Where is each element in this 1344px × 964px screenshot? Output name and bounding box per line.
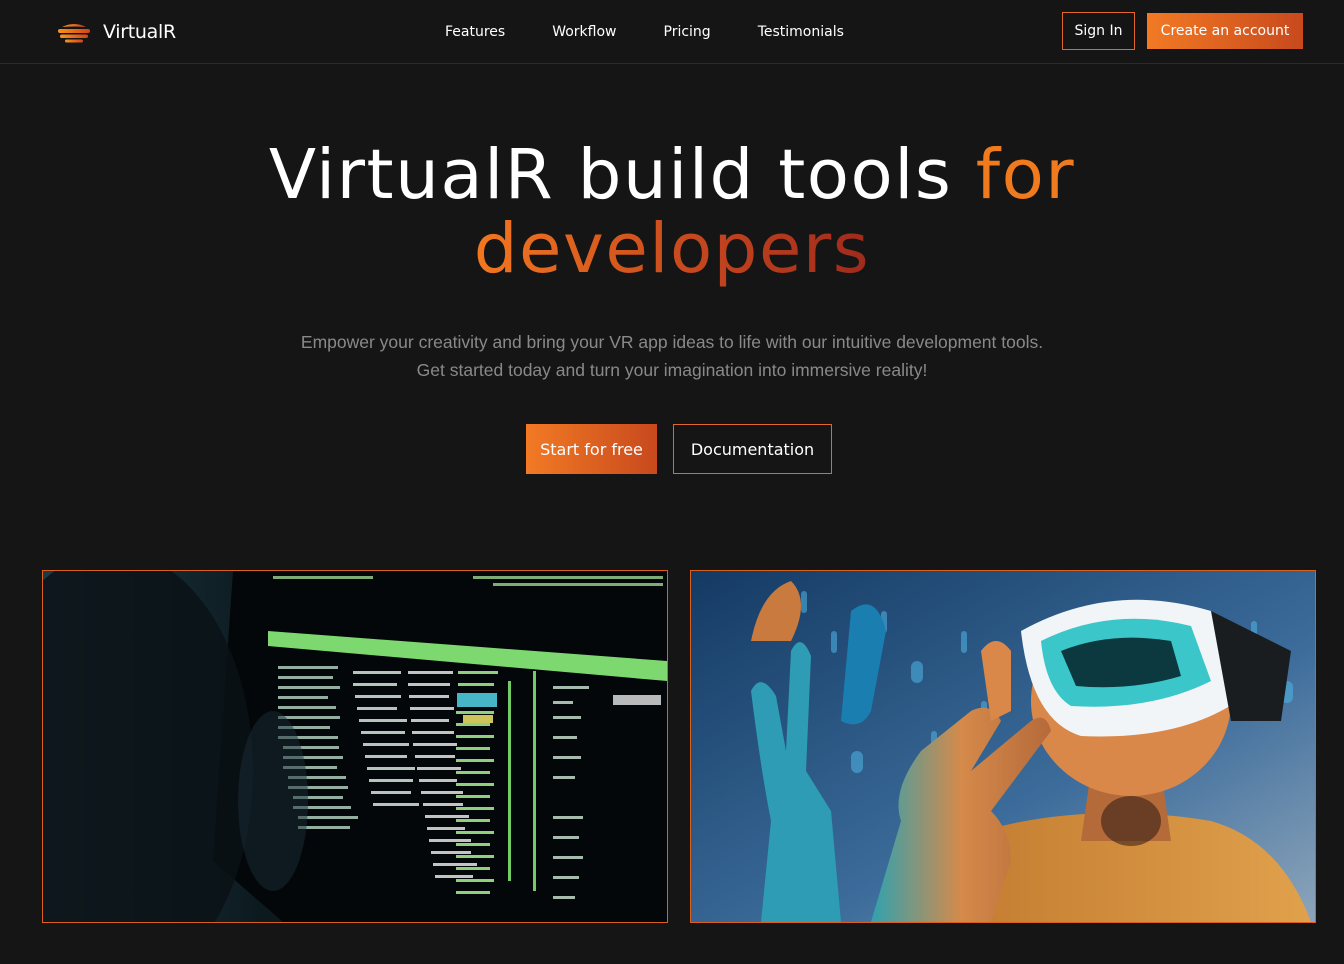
hero-subtitle-line2: Get started today and turn your imaginat… [416,360,928,380]
vr-headset-person-image [690,570,1316,923]
nav-link-features[interactable]: Features [445,21,505,43]
nav-link-workflow[interactable]: Workflow [552,21,616,43]
code-terminal-image [42,570,668,923]
documentation-button[interactable]: Documentation [673,424,832,474]
brand-name: VirtualR [103,21,176,43]
hero-title-part1: VirtualR build tools [268,135,953,215]
hero-title-accent: for [975,135,1076,215]
top-navbar: VirtualR Features Workflow Pricing Testi… [0,0,1344,64]
layers-logo-icon [58,24,90,43]
hero-subtitle-line1: Empower your creativity and bring your V… [300,332,1044,352]
nav-link-pricing[interactable]: Pricing [664,21,711,43]
hero-title-line2: developers [473,209,871,289]
nav-links: Features Workflow Pricing Testimonials [445,21,891,43]
start-for-free-button[interactable]: Start for free [526,424,657,474]
brand[interactable]: VirtualR [57,18,176,46]
nav-link-testimonials[interactable]: Testimonials [758,21,844,43]
sign-in-button[interactable]: Sign In [1062,12,1135,50]
hero-title: VirtualR build tools for developers [0,138,1344,286]
hero-subtitle: Empower your creativity and bring your V… [0,328,1344,384]
create-account-button[interactable]: Create an account [1147,13,1303,49]
